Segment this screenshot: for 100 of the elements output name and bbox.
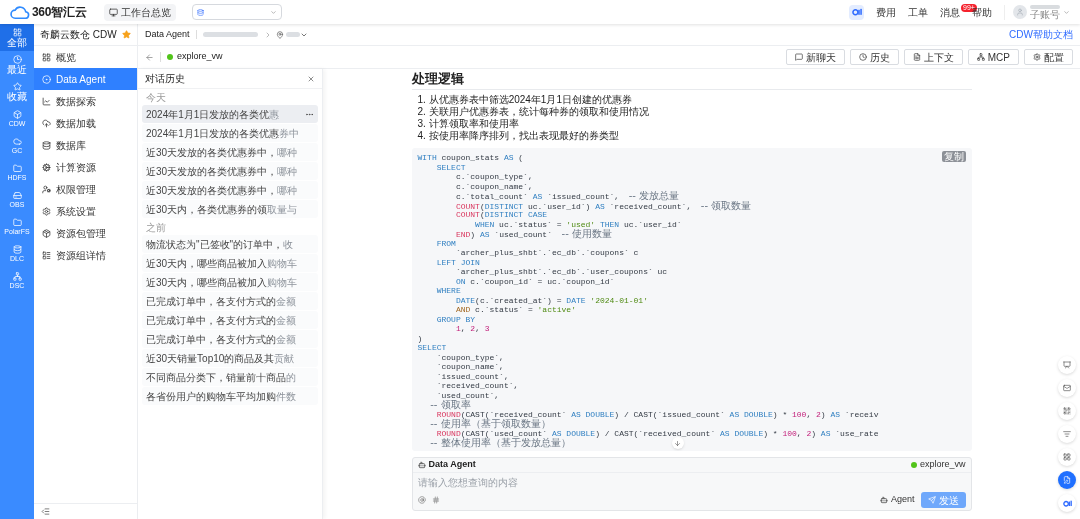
monitor-icon: [109, 7, 119, 17]
sidebar-item[interactable]: 资源组详情: [34, 244, 137, 266]
agent-icon: [879, 496, 888, 504]
history-item[interactable]: 各省份用户的购物车平均加购件数: [142, 387, 318, 405]
project-select[interactable]: [192, 4, 283, 20]
mention-icon[interactable]: [417, 496, 426, 504]
toolbar-button[interactable]: 配置: [1024, 49, 1073, 65]
sidebar-item[interactable]: 资源包管理: [34, 222, 137, 244]
code-line: FROM: [435, 238, 456, 248]
cloud-logo-icon: [10, 5, 30, 19]
float-button[interactable]: [1058, 494, 1076, 512]
rail-icon: [12, 81, 22, 91]
ai-button[interactable]: [849, 4, 864, 20]
step-item: 4. 按使用率降序排列，找出表现最好的券类型: [417, 130, 620, 142]
help-docs-link[interactable]: CDW帮助文档: [1009, 27, 1073, 42]
menu-icon: [42, 96, 51, 106]
code-line: `archer_plus_shbt`.`ec_db`.`user_coupons` uc: [454, 267, 668, 277]
scroll-down-button[interactable]: [671, 437, 684, 449]
menu-icon: [42, 74, 51, 84]
toolbar-button[interactable]: 历史: [849, 49, 899, 65]
history-item[interactable]: 近30天内，哪些商品被加入购物车: [142, 273, 318, 291]
float-button[interactable]: [1058, 448, 1076, 466]
history-item[interactable]: 物流状态为"已签收"的订单中，收: [142, 235, 318, 253]
code-line: SELECT: [435, 162, 466, 172]
collapse-icon[interactable]: [41, 507, 50, 516]
code-line: -- 整体使用率（基于发放总量）: [429, 438, 571, 448]
rail-icon: [12, 244, 22, 254]
account-role: 子账号: [1030, 8, 1060, 20]
toolbar-button[interactable]: 新聊天: [785, 49, 845, 65]
history-item[interactable]: 2024年1月1日发放的各类优惠: [142, 105, 318, 123]
code-line: END) AS `used_count` -- 使用数量: [454, 229, 612, 239]
group-label: 之前: [145, 220, 167, 235]
sidebar-item[interactable]: 数据加载: [34, 112, 137, 134]
menu-icon: [42, 140, 51, 150]
database-icon: [197, 8, 205, 16]
history-item[interactable]: 近30天发放的各类优惠券中，哪种: [142, 143, 318, 161]
menu-icon: [42, 162, 51, 172]
float-button[interactable]: [1058, 471, 1076, 489]
toolbar-button[interactable]: MCP: [967, 49, 1019, 65]
hash-icon[interactable]: [431, 496, 440, 504]
history-item[interactable]: 不同商品分类下，销量前十商品的: [142, 368, 318, 386]
agent-icon: [417, 461, 426, 469]
history-item[interactable]: 近30天发放的各类优惠券中，哪种: [142, 162, 318, 180]
sidebar-item[interactable]: 权限管理: [34, 178, 137, 200]
top-nav-link[interactable]: 消息: [940, 4, 960, 20]
history-item[interactable]: 近30天销量Top10的商品及其贡献: [142, 349, 318, 367]
code-line: ): [417, 333, 423, 343]
warehouse-name: explore_vw: [177, 50, 223, 64]
rail-icon: [12, 136, 22, 146]
step-item: 2. 关联用户优惠券表，统计每种券的领取和使用情况: [417, 106, 650, 118]
sidebar-item[interactable]: 数据库: [34, 134, 137, 156]
code-line: ON c.`coupon_id` = uc.`coupon_id`: [454, 276, 615, 286]
code-line: `issued_count`,: [435, 371, 509, 381]
ai-logo-icon: [851, 8, 862, 16]
user-icon: [1016, 8, 1024, 16]
code-line: `coupon_name`,: [435, 362, 504, 372]
warehouse-name: explore_vw: [919, 458, 966, 472]
history-item[interactable]: 已完成订单中，各支付方式的金额: [142, 292, 318, 310]
code-line: GROUP BY: [435, 314, 476, 324]
history-item[interactable]: 2024年1月1日发放的各类优惠券中: [142, 124, 318, 142]
sidebar-item[interactable]: 系统设置: [34, 200, 137, 222]
close-icon[interactable]: [307, 74, 315, 83]
sidebar-item[interactable]: Data Agent: [34, 68, 137, 90]
sidebar-item[interactable]: 数据探索: [34, 90, 137, 112]
float-button[interactable]: [1058, 402, 1076, 420]
top-nav-link[interactable]: 费用: [876, 4, 896, 20]
history-item[interactable]: 已完成订单中，各支付方式的金额: [142, 330, 318, 348]
code-line: c.`total_count` AS `issued_count`, -- 发放总量: [454, 191, 680, 201]
history-item[interactable]: 近30天发放的各类优惠券中，哪种: [142, 181, 318, 199]
rail-item[interactable]: 全部: [0, 24, 34, 51]
menu-icon: [42, 228, 51, 238]
code-line: `archer_plus_shbt`.`ec_db`.`coupons` c: [454, 248, 639, 258]
ai-logo-icon: [1062, 499, 1072, 507]
rail-icon: [12, 54, 22, 64]
top-nav-link[interactable]: 工单: [908, 4, 928, 20]
float-button[interactable]: [1058, 356, 1076, 374]
code-line: -- 领取率: [429, 400, 471, 410]
history-item[interactable]: 近30天内，哪些商品被加入购物车: [142, 254, 318, 272]
star-icon[interactable]: [122, 30, 131, 39]
rail-icon: [12, 163, 22, 173]
workspace-button[interactable]: 工作台总览: [104, 3, 177, 21]
code-line: SELECT: [417, 343, 447, 353]
toolbar-button[interactable]: 上下文: [903, 49, 963, 65]
mode-button[interactable]: Agent: [879, 493, 915, 507]
float-button[interactable]: [1058, 425, 1076, 443]
sidebar-item[interactable]: 计算资源: [34, 156, 137, 178]
avatar[interactable]: [1013, 5, 1027, 19]
composer-card[interactable]: Data Agent explore_vw 请输入您想查询的内容 Agent 发送: [411, 457, 972, 511]
back-icon[interactable]: [145, 52, 154, 62]
chevron-down-icon[interactable]: [1063, 8, 1070, 16]
rail-icon: [12, 217, 22, 227]
query-input[interactable]: 请输入您想查询的内容: [417, 474, 966, 490]
sidebar-item[interactable]: 概览: [34, 46, 137, 68]
float-button[interactable]: [1058, 379, 1076, 397]
history-item[interactable]: 近30天内，各类优惠券的领取量与: [142, 200, 318, 218]
code-line: WHERE: [435, 286, 461, 296]
menu-icon: [42, 206, 51, 216]
button-icon: [858, 53, 867, 61]
history-item[interactable]: 已完成订单中，各支付方式的金额: [142, 311, 318, 329]
code-line: WITH coupon_stats AS (: [417, 153, 524, 163]
